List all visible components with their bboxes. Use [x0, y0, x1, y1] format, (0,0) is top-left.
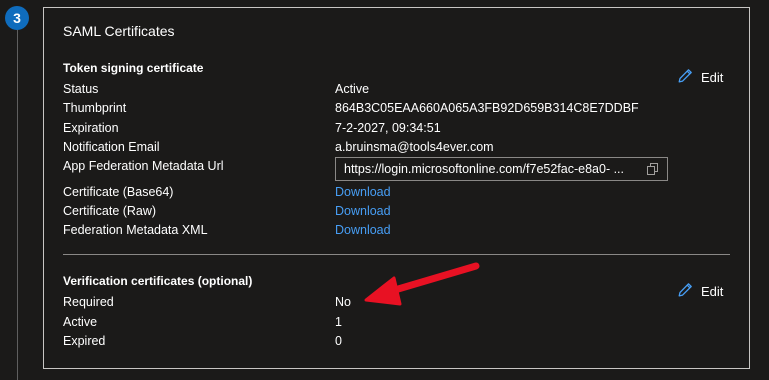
- section-divider: [63, 254, 730, 255]
- verification-title: Verification certificates (optional): [63, 274, 253, 288]
- cert-raw-download-link[interactable]: Download: [335, 204, 391, 218]
- required-value: No: [335, 295, 351, 309]
- token-signing-title: Token signing certificate: [63, 61, 204, 75]
- saml-certificates-card: SAML Certificates Token signing certific…: [43, 7, 750, 369]
- metadata-url-text: https://login.microsoftonline.com/f7e52f…: [344, 162, 625, 176]
- cert-base64-download-link[interactable]: Download: [335, 185, 391, 199]
- expiration-value: 7-2-2027, 09:34:51: [335, 121, 441, 135]
- federation-metadata-download-link[interactable]: Download: [335, 223, 391, 237]
- red-arrow-annotation: [364, 262, 480, 306]
- thumbprint-value: 864B3C05EAA660A065A3FB92D659B314C8E7DDBF: [335, 101, 639, 115]
- step-connector-line: [17, 30, 18, 380]
- notification-email-label: Notification Email: [63, 140, 160, 154]
- verification-edit-button[interactable]: Edit: [677, 282, 723, 301]
- edit-label: Edit: [701, 284, 724, 299]
- active-value: 1: [335, 315, 342, 329]
- cert-raw-label: Certificate (Raw): [63, 204, 157, 218]
- federation-metadata-label: Federation Metadata XML: [63, 223, 208, 237]
- expiration-label: Expiration: [63, 121, 119, 135]
- cert-base64-label: Certificate (Base64): [63, 185, 174, 199]
- token-signing-edit-button[interactable]: Edit: [677, 68, 723, 87]
- active-label: Active: [63, 315, 98, 329]
- status-value: Active: [335, 82, 370, 96]
- metadata-url-field[interactable]: https://login.microsoftonline.com/f7e52f…: [335, 157, 668, 181]
- copy-icon[interactable]: [643, 161, 663, 177]
- card-title: SAML Certificates: [63, 23, 175, 39]
- thumbprint-label: Thumbprint: [63, 101, 127, 115]
- step-number-badge: 3: [5, 6, 29, 30]
- metadata-url-label: App Federation Metadata Url: [63, 159, 224, 173]
- status-label: Status: [63, 82, 99, 96]
- required-label: Required: [63, 295, 114, 309]
- expired-value: 0: [335, 334, 342, 348]
- notification-email-value: a.bruinsma@tools4ever.com: [335, 140, 494, 154]
- expired-label: Expired: [63, 334, 106, 348]
- edit-label: Edit: [701, 70, 724, 85]
- pencil-icon: [677, 68, 693, 87]
- pencil-icon: [677, 282, 693, 301]
